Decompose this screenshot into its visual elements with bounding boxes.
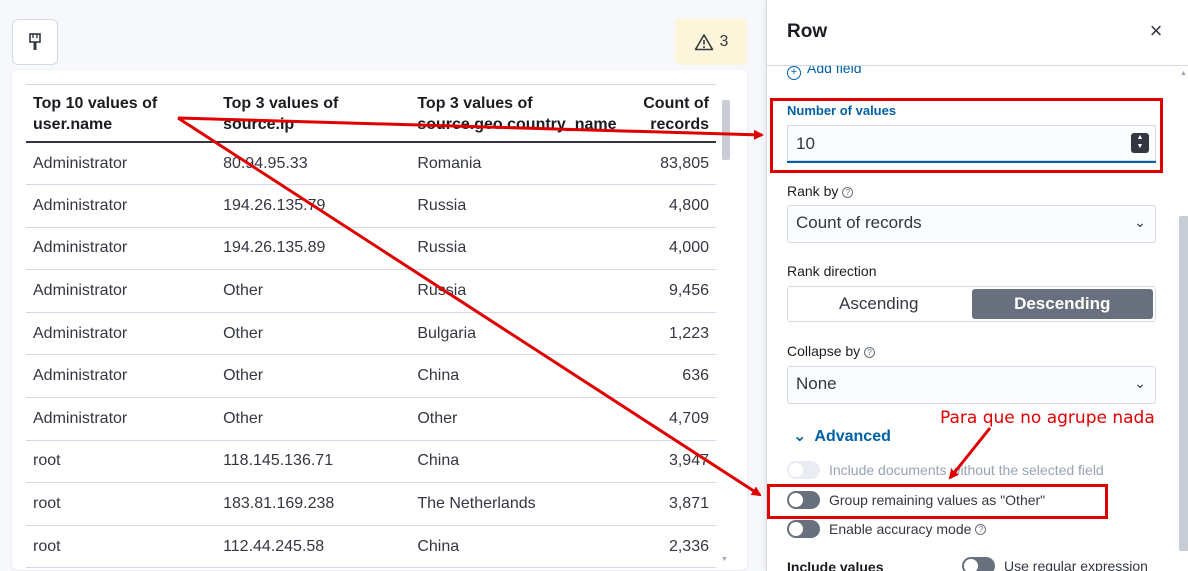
chevron-down-icon: ⌄: [1134, 375, 1146, 391]
scroll-down-icon[interactable]: ▼: [721, 556, 728, 563]
help-icon[interactable]: ?: [975, 523, 987, 535]
table-cell[interactable]: 194.26.135.79: [216, 184, 411, 228]
table-cell[interactable]: Administrator: [26, 312, 217, 356]
table-cell[interactable]: Russia: [410, 269, 624, 313]
include-values-label: Include values: [787, 559, 884, 571]
paintbrush-icon: [29, 33, 41, 50]
column-header[interactable]: Top 3 values of source.ip: [216, 84, 411, 143]
table-cell[interactable]: Administrator: [26, 397, 217, 441]
scrollbar-thumb[interactable]: [1179, 216, 1188, 551]
table-cell[interactable]: 4,000: [623, 227, 716, 271]
table-row: Administrator 194.26.135.89 Russia 4,000: [26, 227, 716, 271]
table-scrollbar[interactable]: ▼: [719, 90, 731, 563]
descending-button[interactable]: Descending: [971, 289, 1153, 319]
scroll-up-icon[interactable]: ▲: [1180, 70, 1187, 77]
chevron-down-icon: ⌄: [1134, 214, 1146, 230]
column-header[interactable]: Top 10 values of user.name: [26, 84, 217, 143]
annotation-box-group-other: [767, 484, 1108, 519]
include-documents-toggle[interactable]: Include documents without the selected f…: [787, 461, 1104, 479]
table-cell[interactable]: Other: [216, 312, 411, 356]
table-cell[interactable]: 9,456: [623, 269, 716, 313]
flyout-scrollbar[interactable]: ▲: [1179, 66, 1188, 571]
table-cell[interactable]: Administrator: [26, 227, 217, 271]
table-cell[interactable]: The Netherlands: [410, 482, 624, 526]
table-row: root 118.145.136.71 China 3,947: [26, 440, 716, 484]
help-icon[interactable]: ?: [864, 347, 876, 358]
table-row: root 183.81.169.238 The Netherlands 3,871: [26, 482, 716, 526]
brush-button[interactable]: [12, 19, 58, 65]
table-cell[interactable]: China: [410, 525, 624, 569]
table-row: Administrator 194.26.135.79 Russia 4,800: [26, 184, 716, 228]
table-cell[interactable]: China: [410, 354, 624, 399]
warnings-button[interactable]: 3: [675, 18, 747, 65]
warning-count: 3: [719, 32, 729, 50]
rank-direction-label: Rank direction: [787, 263, 877, 279]
table-cell[interactable]: Administrator: [26, 142, 217, 186]
table-cell[interactable]: Administrator: [26, 184, 217, 228]
collapse-by-select[interactable]: None ⌄: [787, 366, 1156, 404]
table-cell[interactable]: Other: [216, 269, 411, 313]
ascending-button[interactable]: Ascending: [788, 287, 970, 321]
table-cell[interactable]: 3,947: [623, 440, 716, 484]
table-cell[interactable]: Russia: [410, 184, 624, 228]
table-row: Administrator Other Other 4,709: [26, 397, 716, 441]
table-cell[interactable]: 4,800: [623, 184, 716, 228]
table-cell[interactable]: 3,871: [623, 482, 716, 526]
flyout-header: Row ×: [767, 0, 1188, 66]
toggle-switch[interactable]: [962, 557, 995, 571]
table-cell[interactable]: Romania: [410, 142, 624, 186]
regex-toggle[interactable]: Use regular expression: [962, 557, 1148, 571]
table-cell[interactable]: China: [410, 440, 624, 484]
warning-icon: [694, 33, 713, 50]
rank-by-select[interactable]: Count of records ⌄: [787, 205, 1156, 243]
table-cell[interactable]: 1,223: [623, 312, 716, 356]
table-cell[interactable]: 183.81.169.238: [216, 482, 411, 526]
table-cell[interactable]: root: [26, 525, 217, 569]
data-table-card: Top 10 values of user.name Top 3 values …: [12, 70, 747, 570]
table-cell[interactable]: 118.145.136.71: [216, 440, 411, 484]
toggle-switch[interactable]: [787, 520, 820, 538]
toggle-switch[interactable]: [787, 461, 820, 479]
annotation-note: Para que no agrupe nada: [940, 408, 1155, 428]
visualization-area: 3 Top 10 values of user.name Top 3 value…: [0, 0, 766, 571]
chevron-down-icon: ⌄: [793, 428, 807, 445]
table-cell[interactable]: 4,709: [623, 397, 716, 441]
table-cell[interactable]: 83,805: [623, 142, 716, 186]
scrollbar-thumb[interactable]: [722, 100, 730, 160]
close-icon[interactable]: ×: [1145, 20, 1167, 42]
table-cell[interactable]: root: [26, 440, 217, 484]
table-row: Administrator Other Russia 9,456: [26, 269, 716, 313]
table-cell[interactable]: Other: [216, 354, 411, 399]
table-cell[interactable]: 80.94.95.33: [216, 142, 411, 186]
collapse-by-label: Collapse by?: [787, 343, 876, 359]
accuracy-mode-toggle[interactable]: Enable accuracy mode?: [787, 520, 987, 538]
data-table: Top 10 values of user.name Top 3 values …: [26, 84, 716, 569]
table-header-row: Top 10 values of user.name Top 3 values …: [26, 84, 716, 143]
table-row: root 112.44.245.58 China 2,336: [26, 525, 716, 569]
column-header[interactable]: Top 3 values of source.geo.country_name: [410, 84, 624, 143]
table-cell[interactable]: Administrator: [26, 354, 217, 399]
annotation-box-number-of-values: [770, 98, 1163, 173]
table-row: Administrator Other Bulgaria 1,223: [26, 312, 716, 356]
table-row: Administrator 80.94.95.33 Romania 83,805: [26, 142, 716, 186]
table-row: Administrator Other China 636: [26, 354, 716, 399]
help-icon[interactable]: ?: [842, 187, 854, 198]
rank-direction-toggle: Ascending Descending: [787, 286, 1156, 322]
table-cell[interactable]: Other: [410, 397, 624, 441]
advanced-accordion[interactable]: ⌄ Advanced: [793, 426, 891, 446]
table-cell[interactable]: 2,336: [623, 525, 716, 569]
flyout-title: Row: [787, 21, 828, 42]
column-header[interactable]: Count of records: [623, 84, 716, 143]
table-cell[interactable]: 636: [623, 354, 716, 399]
table-cell[interactable]: Bulgaria: [410, 312, 624, 356]
rank-by-label: Rank by?: [787, 183, 854, 199]
table-cell[interactable]: Russia: [410, 227, 624, 271]
plus-circle-icon: +: [787, 66, 801, 80]
table-cell[interactable]: 194.26.135.89: [216, 227, 411, 271]
table-cell[interactable]: Administrator: [26, 269, 217, 313]
table-cell[interactable]: 112.44.245.58: [216, 525, 411, 569]
table-cell[interactable]: root: [26, 482, 217, 526]
table-cell[interactable]: Other: [216, 397, 411, 441]
